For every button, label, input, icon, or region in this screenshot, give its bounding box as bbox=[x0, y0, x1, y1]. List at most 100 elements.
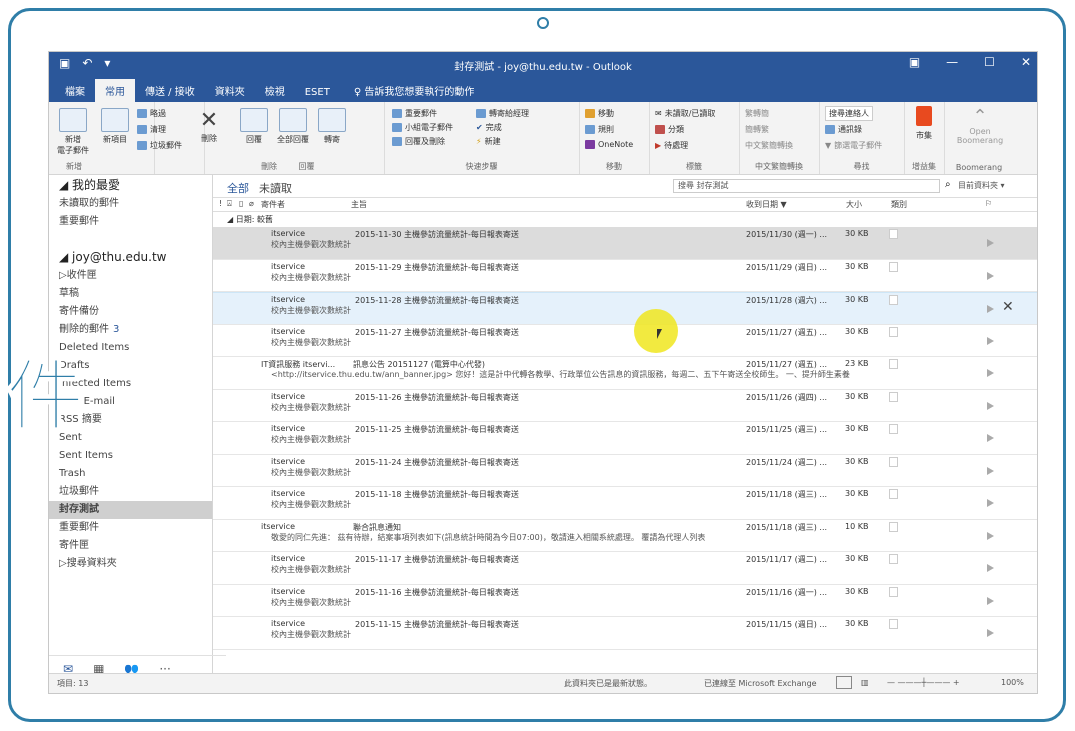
onenote-button[interactable]: OneNote bbox=[585, 140, 633, 149]
tab-home[interactable]: 常用 bbox=[95, 79, 135, 102]
message-row[interactable]: itservice 2015-11-18 主機參訪流量統計-每日報表寄送 校內主機參… bbox=[213, 487, 1037, 520]
filter-all[interactable]: 全部 bbox=[227, 180, 249, 196]
flag-icon[interactable] bbox=[987, 466, 994, 475]
category-box[interactable] bbox=[889, 489, 898, 499]
message-row[interactable]: itservice 2015-11-25 主機參訪流量統計-每日報表寄送 校內主機參… bbox=[213, 422, 1037, 455]
flag-icon[interactable] bbox=[987, 434, 994, 442]
nav-favorite-important[interactable]: 重要郵件 bbox=[49, 213, 212, 231]
quick-step-manager[interactable]: 轉寄給經理 bbox=[476, 108, 529, 119]
quick-step-reply-delete[interactable]: 回覆及刪除 bbox=[392, 136, 445, 147]
restore-icon[interactable]: ☐ bbox=[984, 55, 995, 69]
delete-row-icon[interactable]: ✕ bbox=[1002, 299, 1014, 315]
nav-folder[interactable]: Sent Items bbox=[49, 447, 212, 465]
search-input[interactable]: 搜尋 封存測試 bbox=[673, 179, 940, 193]
message-row[interactable]: itservice 2015-11-30 主機參訪流量統計-每日報表寄送 校內主機參… bbox=[213, 227, 1037, 260]
message-row[interactable]: itservice 2015-11-27 主機參訪流量統計-每日報表寄送 校內主機參… bbox=[213, 325, 1037, 357]
quick-step-team[interactable]: 小組電子郵件 bbox=[392, 122, 453, 133]
sc-to-tc-button[interactable]: 簡轉繁 bbox=[745, 124, 769, 135]
tab-eset[interactable]: ESET bbox=[295, 83, 340, 102]
message-row[interactable]: itservice 2015-11-26 主機參訪流量統計-每日報表寄送 校內主機參… bbox=[213, 390, 1037, 422]
flag-icon[interactable] bbox=[987, 336, 994, 345]
tab-folder[interactable]: 資料夾 bbox=[205, 79, 255, 102]
flag-icon[interactable] bbox=[987, 564, 994, 572]
minimize-icon[interactable]: — bbox=[946, 55, 958, 69]
category-box[interactable] bbox=[889, 424, 898, 434]
reminder-col-icon[interactable]: ⍓ bbox=[227, 199, 232, 209]
nav-folder[interactable]: 寄件匣 bbox=[49, 537, 212, 555]
ribbon-display-icon[interactable]: ▣ bbox=[909, 55, 920, 69]
icon-col-icon[interactable]: ▯ bbox=[239, 199, 243, 208]
account-header[interactable]: ◢ joy@thu.edu.tw bbox=[49, 247, 212, 267]
expand-icon[interactable]: ▷ bbox=[59, 270, 67, 281]
quick-step-done[interactable]: ✔ 完成 bbox=[476, 122, 502, 133]
search-scope[interactable]: 目前資料夾 ▾ bbox=[958, 180, 1005, 191]
close-icon[interactable]: ✕ bbox=[1021, 55, 1031, 69]
rules-button[interactable]: 規則 bbox=[585, 124, 614, 135]
normal-view-icon[interactable] bbox=[836, 676, 852, 689]
flag-icon[interactable] bbox=[987, 305, 994, 313]
reply-all-button[interactable]: 全部回覆 bbox=[273, 108, 313, 145]
message-row[interactable]: itservice 聯合訊息通知 敬愛的同仁先進： 茲有待辦，結案事項列表如下(訊息… bbox=[213, 520, 1037, 552]
tab-send-receive[interactable]: 傳送 / 接收 bbox=[135, 79, 205, 102]
reading-view-icon[interactable]: ▥ bbox=[861, 678, 869, 687]
quick-step-important[interactable]: 重要郵件 bbox=[392, 108, 437, 119]
search-people-input[interactable]: 搜尋連絡人 bbox=[825, 106, 873, 121]
flag-icon[interactable] bbox=[987, 369, 994, 377]
flag-icon[interactable] bbox=[987, 531, 994, 540]
col-from[interactable]: 寄件者 bbox=[261, 199, 285, 210]
category-box[interactable] bbox=[889, 261, 898, 272]
nav-folder[interactable]: 寄件備份 bbox=[49, 303, 212, 321]
search-icon[interactable]: ⌕ bbox=[945, 179, 951, 190]
col-size[interactable]: 大小 bbox=[846, 199, 862, 210]
tell-me-box[interactable]: ♀ 告訴我您想要執行的動作 bbox=[340, 79, 485, 102]
move-button[interactable]: 移動 bbox=[585, 108, 614, 119]
category-box[interactable] bbox=[889, 326, 898, 337]
nav-folder[interactable]: 草稿 bbox=[49, 285, 212, 303]
forward-button[interactable]: 轉寄 bbox=[317, 108, 347, 145]
nav-favorite-unread[interactable]: 未讀取的郵件 bbox=[49, 195, 212, 213]
attachment-col-icon[interactable]: ⌀ bbox=[249, 199, 254, 208]
unread-read-button[interactable]: ✉ 未讀取/已讀取 bbox=[655, 108, 715, 119]
col-received[interactable]: 收到日期 ▼ bbox=[746, 199, 787, 210]
message-row[interactable]: itservice 2015-11-17 主機參訪流量統計-每日報表寄送 校內主機參… bbox=[213, 552, 1037, 585]
flag-icon[interactable] bbox=[987, 239, 994, 247]
category-box[interactable] bbox=[889, 295, 898, 305]
nav-folder[interactable]: ▷搜尋資料夾 bbox=[49, 555, 212, 573]
message-row[interactable]: itservice 2015-11-24 主機參訪流量統計-每日報表寄送 校內主機參… bbox=[213, 455, 1037, 487]
tab-view[interactable]: 檢視 bbox=[255, 79, 295, 102]
flag-icon[interactable] bbox=[987, 629, 994, 637]
filter-email-button[interactable]: ▼ 篩選電子郵件 bbox=[825, 140, 882, 151]
message-row[interactable]: itservice 2015-11-16 主機參訪流量統計-每日報表寄送 校內主機參… bbox=[213, 585, 1037, 617]
delete-button[interactable]: ✕ 刪除 bbox=[194, 108, 224, 144]
nav-folder[interactable]: 封存測試 bbox=[49, 501, 212, 519]
category-box[interactable] bbox=[889, 521, 898, 532]
nav-folder[interactable]: ▷收件匣 bbox=[49, 267, 212, 285]
tab-file[interactable]: 檔案 bbox=[55, 79, 95, 102]
col-category[interactable]: 類別 bbox=[891, 199, 907, 210]
message-row[interactable]: IT資訊服務 itservi... 訊息公告 20151127 (電算中心代發) <… bbox=[213, 357, 1037, 390]
category-box[interactable] bbox=[889, 229, 898, 239]
nav-folder[interactable]: 垃圾郵件 bbox=[49, 483, 212, 501]
nav-folder[interactable]: Trash bbox=[49, 465, 212, 483]
col-subject[interactable]: 主旨 bbox=[351, 199, 367, 210]
flag-icon[interactable] bbox=[987, 499, 994, 507]
group-header[interactable]: ◢ 日期: 較舊 bbox=[213, 212, 1037, 227]
new-items-button[interactable]: 新項目 bbox=[95, 108, 135, 145]
nav-folder[interactable]: 重要郵件 bbox=[49, 519, 212, 537]
message-row[interactable]: itservice 2015-11-29 主機參訪流量統計-每日報表寄送 校內主機參… bbox=[213, 260, 1037, 292]
importance-col-icon[interactable]: ! bbox=[219, 199, 222, 208]
category-box[interactable] bbox=[889, 359, 898, 369]
tc-to-sc-button[interactable]: 繁轉簡 bbox=[745, 108, 769, 119]
expand-icon[interactable]: ▷ bbox=[59, 558, 67, 569]
filter-unread[interactable]: 未讀取 bbox=[259, 180, 292, 196]
message-row[interactable]: itservice 2015-11-15 主機參訪流量統計-每日報表寄送 校內主機參… bbox=[213, 617, 1037, 650]
flag-icon[interactable] bbox=[987, 401, 994, 410]
reply-button[interactable]: 回覆 bbox=[239, 108, 269, 145]
message-row[interactable]: itservice 2015-11-28 主機參訪流量統計-每日報表寄送 校內主機參… bbox=[213, 292, 1037, 325]
col-flag-icon[interactable]: ⚐ bbox=[985, 199, 992, 208]
category-box[interactable] bbox=[889, 391, 898, 402]
store-button[interactable]: 市集 bbox=[910, 106, 938, 141]
category-box[interactable] bbox=[889, 554, 898, 564]
category-box[interactable] bbox=[889, 619, 898, 629]
open-boomerang-button[interactable]: ⌃ Open Boomerang bbox=[950, 106, 1010, 145]
